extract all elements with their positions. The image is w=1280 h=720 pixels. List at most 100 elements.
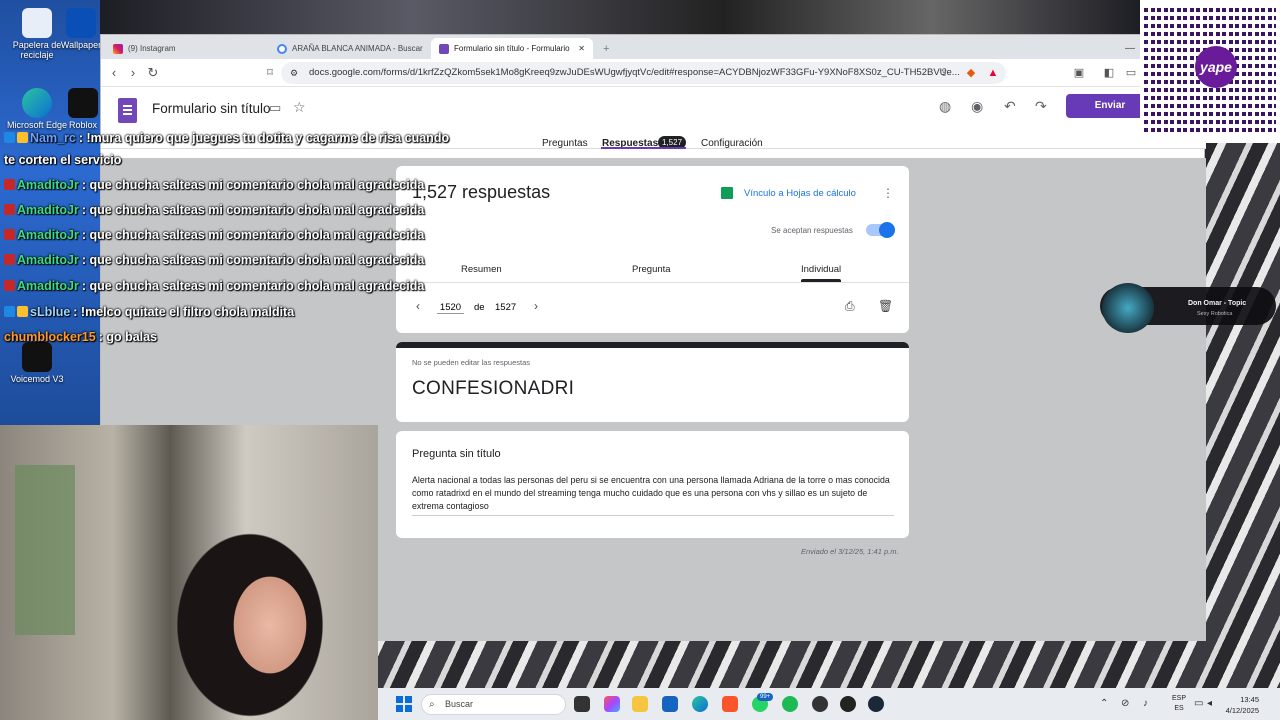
chat-message: Nam_rc: !mura quiero que juegues tu doti…: [4, 131, 449, 145]
chat-badge-icon: [4, 132, 15, 143]
address-row: ‹ › ↻ ⌑ ⚙ docs.google.com/forms/d/1krfZz…: [101, 59, 1206, 87]
brave-shield-icon[interactable]: ◆: [963, 65, 979, 81]
site-info-icon[interactable]: ⚙: [290, 62, 298, 84]
tray-app-icon[interactable]: ⊘: [1121, 698, 1129, 709]
network-icon[interactable]: ▭: [1194, 698, 1203, 709]
delete-icon[interactable]: 🗑: [878, 299, 893, 313]
active-tab-indicator: [601, 147, 686, 149]
tab-forms[interactable]: Formulario sin título - Formulario ✕: [431, 38, 593, 59]
undo-icon[interactable]: ↶: [1004, 98, 1016, 115]
subtab-summary[interactable]: Resumen: [461, 264, 502, 275]
chat-badge-icon: [4, 254, 15, 265]
folder-icon[interactable]: ▭: [269, 100, 281, 116]
search-icon: ⌕: [429, 699, 435, 710]
close-tab-icon[interactable]: ✕: [578, 44, 585, 53]
notification-badge: 99+: [757, 693, 774, 701]
question-title: Pregunta sin título: [412, 448, 501, 460]
pager-total: 1527: [495, 302, 517, 313]
music-subtitle: Sexy Robotica: [1197, 311, 1233, 317]
chat-message: AmaditoJr: que chucha salteas mi comenta…: [4, 253, 424, 267]
chat-badge-icon: [4, 306, 15, 317]
palette-icon[interactable]: ◍: [939, 98, 951, 115]
google-forms-icon[interactable]: [118, 98, 137, 123]
steam-icon[interactable]: [868, 696, 884, 712]
chat-message: chumblocker15: go balas: [4, 330, 158, 344]
tab-instagram[interactable]: (9) Instagram: [105, 38, 265, 59]
tab-questions[interactable]: Preguntas: [542, 138, 588, 149]
spotify-icon[interactable]: [782, 696, 798, 712]
recycle-bin-icon: [22, 8, 52, 38]
chat-badge-icon: [17, 132, 28, 143]
prev-response-icon[interactable]: ‹: [416, 299, 420, 313]
windows-start-icon[interactable]: [396, 696, 412, 712]
new-tab-button[interactable]: +: [595, 38, 615, 59]
sheets-link[interactable]: Vínculo a Hojas de cálculo: [721, 187, 856, 199]
google-icon: [277, 43, 287, 54]
preview-eye-icon[interactable]: ◉: [971, 98, 983, 115]
chat-badge-icon: [4, 229, 15, 240]
response-index-input[interactable]: 1520: [437, 302, 464, 314]
now-playing-widget: Don Omar - Topic Sexy Robotica: [1100, 283, 1276, 333]
volume-icon[interactable]: ◂: [1207, 698, 1212, 709]
next-response-icon[interactable]: ›: [534, 299, 538, 313]
microphone-icon[interactable]: ♪: [1143, 698, 1148, 709]
edge-taskbar-icon[interactable]: [692, 696, 708, 712]
question-answer: Alerta nacional a todas las personas del…: [412, 474, 894, 516]
instagram-icon: [113, 43, 123, 54]
wallpaper-shortcut[interactable]: Wallpaper: [56, 8, 106, 50]
tray-chevron-icon[interactable]: ⌃: [1100, 698, 1108, 709]
redo-icon[interactable]: ↷: [1035, 98, 1047, 115]
question-card: Pregunta sin título Alerta nacional a to…: [396, 431, 909, 538]
forms-icon: [439, 43, 449, 54]
star-icon[interactable]: ☆: [293, 99, 306, 116]
print-icon[interactable]: ⎙: [845, 299, 855, 314]
screenshot-icon[interactable]: ▣: [1071, 65, 1087, 81]
chat-message: AmaditoJr: que chucha salteas mi comenta…: [4, 279, 424, 293]
obs-icon[interactable]: [812, 696, 828, 712]
form-title[interactable]: Formulario sin título: [152, 101, 271, 116]
submitted-timestamp: Enviado el 3/12/25, 1:41 p.m.: [801, 547, 899, 556]
wallpaper-app-icon: [66, 8, 96, 38]
response-name: CONFESIONADRI: [412, 378, 575, 399]
chat-message: AmaditoJr: que chucha salteas mi comenta…: [4, 178, 424, 192]
wallet-icon[interactable]: ▭: [1123, 65, 1139, 81]
music-title: Don Omar - Topic: [1188, 300, 1247, 307]
task-view-icon[interactable]: [574, 696, 590, 712]
chat-badge-icon: [17, 306, 28, 317]
reload-icon[interactable]: ↻: [145, 65, 161, 81]
back-icon[interactable]: ‹: [106, 65, 122, 81]
chat-message: sLblue: !melco quitate el filtro chola m…: [4, 305, 294, 319]
subtab-question[interactable]: Pregunta: [632, 264, 671, 275]
chat-badge-icon: [4, 204, 15, 215]
taskbar-search[interactable]: ⌕ Buscar: [421, 694, 566, 715]
taskbar: ⌕ Buscar 99+ ⌃ ⊘ ♪ ESP ES ▭ ◂ 13:45 4/12…: [378, 688, 1280, 720]
chat-message: AmaditoJr: que chucha salteas mi comenta…: [4, 228, 424, 242]
edge-icon: [22, 88, 52, 118]
app-icon[interactable]: [840, 696, 856, 712]
voicemod-shortcut[interactable]: Voicemod V3: [0, 342, 74, 384]
brave-taskbar-icon[interactable]: [722, 696, 738, 712]
response-header-card: No se pueden editar las respuestas CONFE…: [396, 342, 909, 422]
forward-icon[interactable]: ›: [125, 65, 141, 81]
share-icon[interactable]: ⇪: [936, 65, 952, 81]
rewards-icon[interactable]: ▲: [985, 65, 1001, 81]
bookmark-icon[interactable]: ⌑: [262, 65, 278, 81]
readonly-note: No se pueden editar las respuestas: [412, 358, 530, 367]
pager-of-label: de: [474, 302, 485, 313]
language-indicator[interactable]: ESP ES: [1172, 694, 1186, 714]
accepting-responses-toggle[interactable]: [866, 222, 895, 238]
roblox-shortcut[interactable]: Roblox: [62, 88, 104, 130]
address-bar[interactable]: ⚙ docs.google.com/forms/d/1krfZzQZkom5se…: [281, 62, 1006, 84]
copilot-icon[interactable]: [604, 696, 620, 712]
clock[interactable]: 13:45 4/12/2025: [1215, 694, 1259, 716]
store-icon[interactable]: [662, 696, 678, 712]
sidebar-icon[interactable]: ◧: [1101, 65, 1117, 81]
tab-search[interactable]: ARAÑA BLANCA ANIMADA - Buscar: [269, 38, 429, 59]
file-explorer-icon[interactable]: [632, 696, 648, 712]
tab-bar: (9) Instagram ARAÑA BLANCA ANIMADA - Bus…: [101, 35, 1206, 59]
more-options-icon[interactable]: ⋮: [882, 186, 894, 200]
tab-settings[interactable]: Configuración: [701, 138, 763, 149]
subtab-individual[interactable]: Individual: [801, 264, 841, 275]
responses-summary-card: 1,527 respuestas Vínculo a Hojas de cálc…: [396, 166, 909, 333]
responses-title: 1,527 respuestas: [412, 182, 551, 202]
